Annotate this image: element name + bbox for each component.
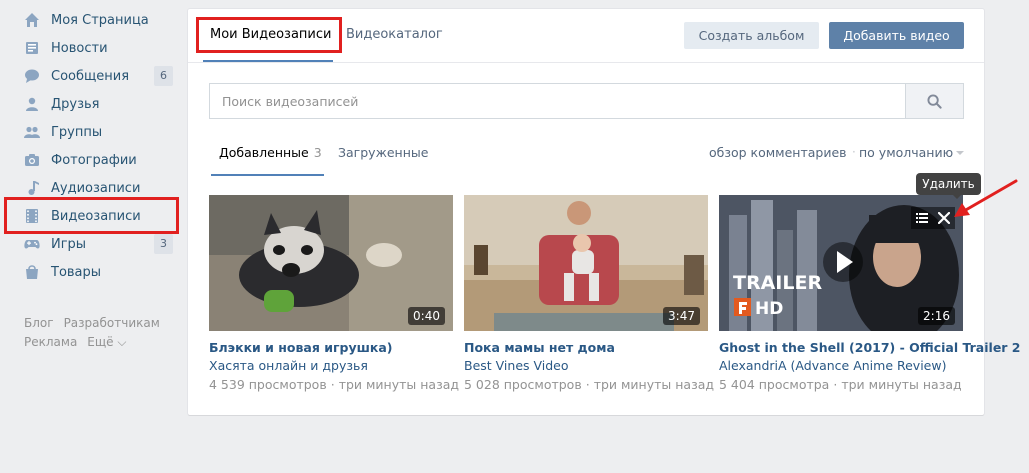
video-grid: 0:40 Блэкки и новая игрушка) Хасята онла… bbox=[209, 173, 1021, 405]
sidebar-item-label: Сообщения bbox=[51, 68, 130, 84]
video-author[interactable]: Best Vines Video bbox=[464, 358, 708, 373]
video-thumbnail[interactable]: 3:47 bbox=[464, 195, 708, 331]
footer-link-more[interactable]: Ещё ⌵ bbox=[87, 335, 126, 349]
sort-dropdown[interactable]: по умолчанию bbox=[859, 145, 953, 160]
sidebar-item-groups[interactable]: Группы bbox=[0, 118, 180, 146]
sidebar-item-label: Фотографии bbox=[51, 152, 137, 168]
separator-dot: · bbox=[852, 145, 856, 159]
footer-link-blog[interactable]: Блог bbox=[24, 316, 54, 330]
video-thumbnail[interactable]: 0:40 bbox=[209, 195, 453, 331]
news-icon bbox=[24, 40, 40, 56]
sidebar-item-label: Моя Страница bbox=[51, 12, 149, 28]
video-views: 5 028 просмотров bbox=[464, 377, 582, 392]
home-icon bbox=[24, 12, 40, 28]
create-album-button[interactable]: Создать альбом bbox=[684, 22, 819, 49]
header-divider bbox=[188, 62, 984, 63]
video-views: 5 404 просмотра bbox=[719, 377, 830, 392]
video-title[interactable]: Пока мамы нет дома bbox=[464, 340, 708, 355]
active-subtab-underline bbox=[211, 174, 324, 176]
video-duration: 2:16 bbox=[918, 307, 955, 325]
sidebar-item-label: Товары bbox=[51, 264, 102, 280]
music-icon bbox=[24, 180, 40, 196]
review-comments-link[interactable]: обзор комментариев bbox=[709, 145, 847, 160]
sidebar-item-label: Группы bbox=[51, 124, 103, 140]
top-tabs: Мои Видеозаписи Видеокаталог Создать аль… bbox=[188, 9, 984, 62]
sidebar-item-goods[interactable]: Товары bbox=[0, 258, 180, 286]
sidebar-item-news[interactable]: Новости bbox=[0, 34, 180, 62]
sidebar-item-friends[interactable]: Друзья bbox=[0, 90, 180, 118]
thumbnail-hd-text: HD bbox=[755, 299, 783, 319]
sidebar-item-label: Игры bbox=[51, 236, 87, 252]
search-icon bbox=[927, 93, 942, 109]
tab-added-label: Добавленные bbox=[219, 145, 309, 160]
annotation-arrow bbox=[954, 179, 1018, 217]
video-views: 4 539 просмотров bbox=[209, 377, 327, 392]
sidebar-item-games[interactable]: Игры 3 bbox=[0, 230, 180, 258]
tab-added-count: 3 bbox=[313, 145, 322, 160]
search-input[interactable] bbox=[209, 83, 905, 119]
video-author[interactable]: AlexandriA (Advance Anime Review) bbox=[719, 358, 963, 373]
video-author[interactable]: Хасята онлайн и друзья bbox=[209, 358, 453, 373]
sidebar-item-label: Новости bbox=[51, 40, 108, 56]
list-icon bbox=[916, 213, 928, 223]
tab-added[interactable]: Добавленные 3 bbox=[219, 145, 322, 160]
add-to-album-button[interactable] bbox=[911, 207, 933, 229]
gamepad-icon bbox=[24, 236, 40, 252]
shopping-bag-icon bbox=[24, 264, 40, 280]
sidebar-item-photos[interactable]: Фотографии bbox=[0, 146, 180, 174]
video-meta: 4 539 просмотров · три минуты назад bbox=[209, 377, 460, 392]
video-thumbnail[interactable]: TRAILER HD 2:16 bbox=[719, 195, 963, 331]
add-video-button[interactable]: Добавить видео bbox=[829, 22, 964, 49]
sidebar-item-label: Друзья bbox=[51, 96, 100, 112]
video-card[interactable]: TRAILER HD 2:16 Ghost in the Shell (2017… bbox=[719, 195, 1021, 392]
games-count-badge: 3 bbox=[154, 234, 173, 254]
video-card[interactable]: 0:40 Блэкки и новая игрушка) Хасята онла… bbox=[209, 195, 460, 392]
messages-icon bbox=[24, 68, 40, 84]
search-bar bbox=[209, 83, 964, 119]
thumbnail-trailer-text: TRAILER bbox=[733, 272, 822, 294]
sub-tabs: Добавленные 3 Загруженные обзор комментар… bbox=[209, 145, 964, 176]
video-meta: 5 028 просмотров · три минуты назад bbox=[464, 377, 715, 392]
messages-count-badge: 6 bbox=[154, 66, 173, 86]
sidebar-footer: Блог Разработчикам Реклама Ещё ⌵ bbox=[24, 314, 184, 352]
highlight-frame-videos bbox=[4, 197, 179, 234]
footer-link-developers[interactable]: Разработчикам bbox=[64, 316, 160, 330]
friends-icon bbox=[24, 96, 40, 112]
camera-icon bbox=[24, 152, 40, 168]
chevron-down-icon bbox=[956, 151, 964, 155]
video-time: три минуты назад bbox=[593, 377, 715, 392]
left-sidebar: Моя Страница Новости Сообщения 6 Друзья … bbox=[0, 6, 180, 286]
sidebar-item-label: Аудиозаписи bbox=[51, 180, 141, 196]
video-card[interactable]: 3:47 Пока мамы нет дома Best Vines Video… bbox=[464, 195, 715, 392]
videos-panel: Мои Видеозаписи Видеокаталог Создать аль… bbox=[188, 9, 1021, 415]
sidebar-item-messages[interactable]: Сообщения 6 bbox=[0, 62, 180, 90]
video-time: три минуты назад bbox=[841, 377, 962, 392]
sidebar-item-my-page[interactable]: Моя Страница bbox=[0, 6, 180, 34]
video-title[interactable]: Ghost in the Shell (2017) - Official Tra… bbox=[719, 340, 1021, 355]
video-duration: 0:40 bbox=[408, 307, 445, 325]
footer-link-ads[interactable]: Реклама bbox=[24, 335, 77, 349]
video-meta: 5 404 просмотра · три минуты назад bbox=[719, 377, 962, 392]
video-title[interactable]: Блэкки и новая игрушка) bbox=[209, 340, 453, 355]
search-button[interactable] bbox=[905, 83, 964, 119]
tab-uploaded[interactable]: Загруженные bbox=[338, 145, 428, 160]
groups-icon bbox=[24, 124, 40, 140]
highlight-frame-my-videos bbox=[196, 17, 342, 53]
video-time: три минуты назад bbox=[338, 377, 460, 392]
video-duration: 3:47 bbox=[663, 307, 700, 325]
tab-video-catalog[interactable]: Видеокаталог bbox=[346, 27, 443, 42]
